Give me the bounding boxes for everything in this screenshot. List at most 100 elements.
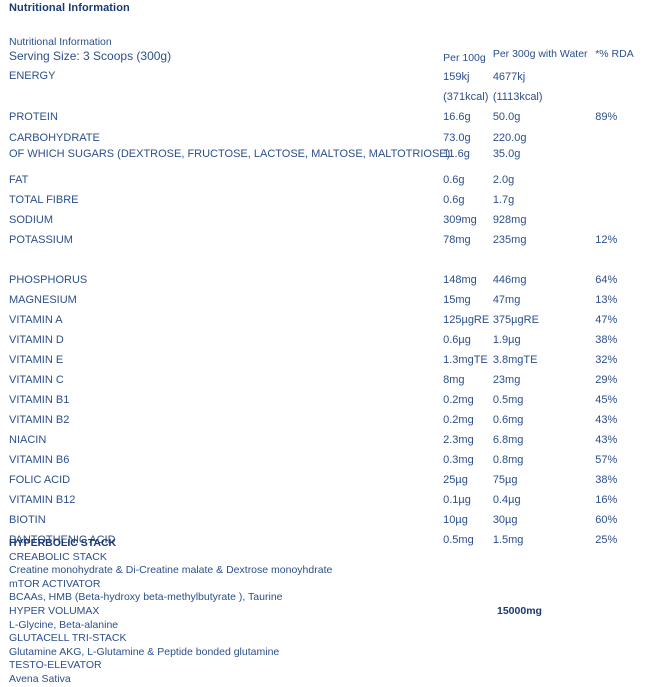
row-value-per-300g: 35.0g [492, 148, 521, 160]
row-value-rda [595, 147, 650, 161]
table-row-vitamin-c: VITAMIN C 8mg 23mg 29% [0, 370, 650, 390]
table-row-vitamin-a: VITAMIN A 125µgRE 375µgRE 47% [0, 310, 650, 330]
row-value-rda: 13% [595, 294, 618, 306]
row-value-rda: 45% [595, 394, 618, 406]
row-value-per-300g: 0.8mg [492, 454, 524, 466]
table-row-vitamin-b1: VITAMIN B1 0.2mg 0.5mg 45% [0, 390, 650, 410]
table-header-row: Nutritional Information Serving Size: 3 … [0, 36, 650, 66]
header-col-rda-cell: *% RDA [595, 36, 650, 66]
header-serving-size: Serving Size: 3 Scoops (300g) [9, 49, 172, 63]
list-item: Glutamine AKG, L-Glutamine & Peptide bon… [9, 646, 650, 660]
row-value-per-300g: 6.8mg [492, 434, 524, 446]
row-label: VITAMIN B12 [9, 494, 76, 506]
header-sub-title: Nutritional Information [9, 36, 112, 48]
row-value-rda [595, 127, 650, 147]
row-value-per-100g: 309mg [443, 214, 477, 226]
list-item: BCAAs, HMB (Beta-hydroxy beta-methylbuty… [9, 591, 650, 605]
table-row-sodium: SODIUM 309mg 928mg [0, 210, 650, 230]
stack-item-label: TESTO-ELEVATOR [9, 659, 102, 672]
row-value-per-100g: 8mg [443, 374, 465, 386]
stack-item-label: CREABOLIC STACK [9, 550, 107, 563]
row-value-per-300g: 446mg [492, 274, 527, 286]
page-title: Nutritional Information [9, 2, 130, 14]
stack-item-label: mTOR ACTIVATOR [9, 577, 101, 590]
row-value-rda [595, 210, 650, 230]
list-item: mTOR ACTIVATOR [9, 578, 650, 592]
row-value-rda [595, 66, 650, 107]
table-row-of-which-sugars: OF WHICH SUGARS (DEXTROSE, FRUCTOSE, LAC… [0, 147, 650, 161]
list-item: Avena Sativa [9, 673, 650, 687]
row-value-per-100g: 0.6µg [443, 334, 471, 346]
table-row-folic-acid: FOLIC ACID 25µg 75µg 38% [0, 470, 650, 490]
row-value-per-300g: 0.5mg [492, 394, 524, 406]
nutrition-table-body: Nutritional Information Serving Size: 3 … [0, 36, 650, 550]
table-row-phosphorus: PHOSPHORUS 148mg 446mg 64% [0, 270, 650, 290]
row-label: VITAMIN B6 [9, 454, 70, 466]
table-row-biotin: BIOTIN 10µg 30µg 60% [0, 510, 650, 530]
row-value-per-300g: 235mg [492, 234, 527, 246]
row-label: TOTAL FIBRE [9, 194, 79, 206]
table-row-niacin: NIACIN 2.3mg 6.8mg 43% [0, 430, 650, 450]
row-label: PROTEIN [9, 111, 58, 123]
row-label: BIOTIN [9, 514, 46, 526]
stack-item-label: HYPER VOLUMAX [9, 604, 100, 617]
row-value-rda: 29% [595, 374, 618, 386]
row-value-per-100g: 125µgRE [443, 314, 490, 326]
nutrition-panel: Nutritional Information Nutritional Info… [0, 0, 650, 685]
list-item: TESTO-ELEVATOR [9, 659, 650, 673]
row-value-rda: 60% [595, 514, 618, 526]
column-header-rda: *% RDA [595, 48, 634, 60]
row-label: CARBOHYDRATE [9, 132, 100, 144]
row-value-per-300g: 1.7g [492, 194, 515, 206]
row-value-per-100g: 16.6g [443, 111, 471, 123]
row-label: POTASSIUM [9, 234, 73, 246]
row-spacer [0, 250, 650, 270]
table-row-vitamin-b2: VITAMIN B2 0.2mg 0.6mg 43% [0, 410, 650, 430]
table-row-protein: PROTEIN 16.6g 50.0g 89% [0, 107, 650, 127]
row-value-per-300g-primary: 4677kj [492, 71, 526, 83]
row-value-per-100g: 25µg [443, 474, 468, 486]
table-row-potassium: POTASSIUM 78mg 235mg 12% [0, 230, 650, 250]
table-row-vitamin-d: VITAMIN D 0.6µg 1.9µg 38% [0, 330, 650, 350]
row-value-per-100g: 0.2mg [443, 414, 474, 426]
row-value-per-300g: 4677kj (1113kcal) [493, 66, 595, 107]
row-value-per-100g: 78mg [443, 234, 471, 246]
table-row-total-fibre: TOTAL FIBRE 0.6g 1.7g [0, 190, 650, 210]
row-label: ENERGY [9, 70, 56, 82]
header-col-per-100g-cell: Per 100g [443, 36, 493, 66]
stack-item-label: HYPERBOLIC STACK [9, 537, 117, 549]
column-header-per-100g: Per 100g [443, 52, 486, 64]
row-value-per-100g: 11.6g [443, 148, 470, 160]
row-label: VITAMIN B1 [9, 394, 70, 406]
list-item: GLUTACELL TRI-STACK [9, 632, 650, 646]
row-label: VITAMIN E [9, 354, 64, 366]
row-value-per-300g: 75µg [492, 474, 518, 486]
row-value-per-100g: 0.6g [443, 174, 465, 186]
list-item: L-Glycine, Beta-alanine [9, 619, 650, 633]
row-value-rda [595, 190, 650, 210]
column-header-per-300g-with-water: Per 300g with Water [492, 48, 588, 60]
row-value-per-300g: 0.4µg [492, 494, 521, 506]
row-value-per-100g: 1.3mgTE [443, 354, 488, 366]
row-value-rda: 38% [595, 334, 618, 346]
row-value-per-300g: 220.0g [492, 132, 527, 144]
row-value-per-300g: 23mg [492, 374, 521, 386]
stack-item-label: GLUTACELL TRI-STACK [9, 632, 127, 645]
row-value-per-300g: 2.0g [492, 174, 515, 186]
header-col-per-300g-cell: Per 300g with Water [493, 36, 595, 66]
row-value-rda: 89% [595, 111, 618, 123]
row-value-rda: 43% [595, 434, 618, 446]
table-row-magnesium: MAGNESIUM 15mg 47mg 13% [0, 290, 650, 310]
row-value-per-300g: 375µgRE [492, 314, 539, 326]
row-label: VITAMIN A [9, 314, 63, 326]
stack-item-label: L-Glycine, Beta-alanine [9, 618, 119, 631]
table-row-carbohydrate: CARBOHYDRATE 73.0g 220.0g [0, 127, 650, 147]
row-label: FOLIC ACID [9, 474, 71, 486]
row-value-per-300g: 47mg [492, 294, 521, 306]
stack-item-label: Glutamine AKG, L-Glutamine & Peptide bon… [9, 645, 280, 658]
row-value-per-300g: 3.8mgTE [492, 354, 538, 366]
stack-item-label: Creatine monohydrate & Di-Creatine malat… [9, 564, 333, 577]
row-value-rda: 47% [595, 314, 618, 326]
row-label: NIACIN [9, 434, 47, 446]
table-row-vitamin-e: VITAMIN E 1.3mgTE 3.8mgTE 32% [0, 350, 650, 370]
